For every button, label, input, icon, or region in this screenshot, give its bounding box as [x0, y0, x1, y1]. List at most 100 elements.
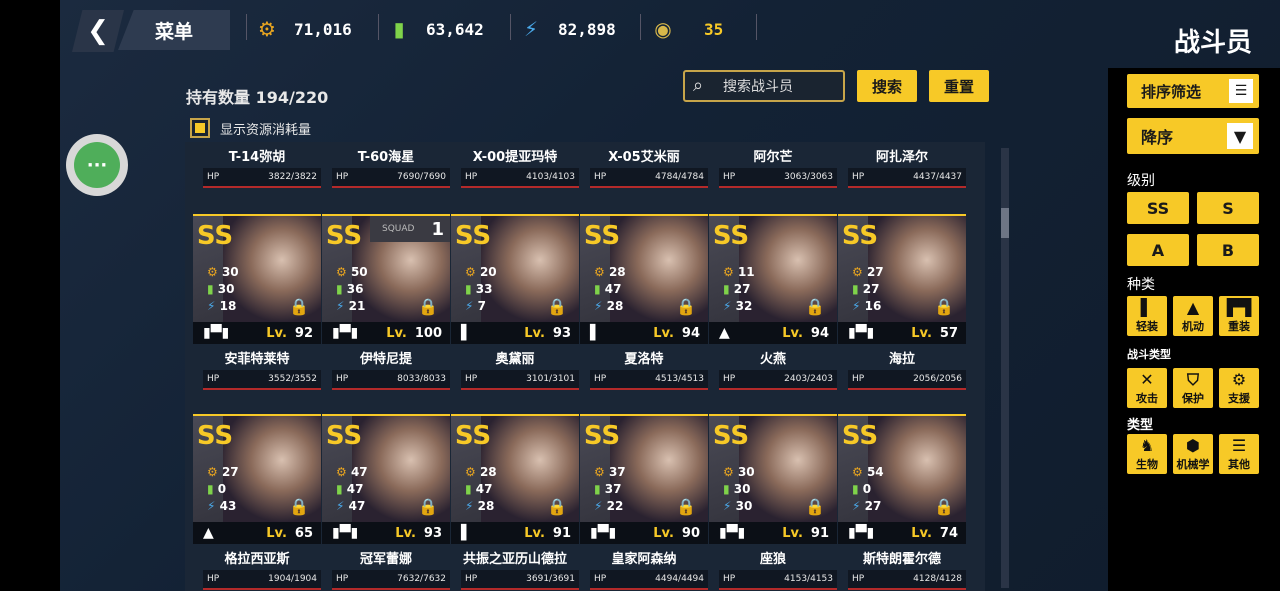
- grade-s-button[interactable]: S: [1197, 192, 1259, 224]
- lock-icon[interactable]: 🔒: [934, 497, 954, 516]
- lock-icon[interactable]: 🔒: [676, 497, 696, 516]
- lock-icon[interactable]: 🔒: [418, 297, 438, 316]
- character-card[interactable]: SS ⚙ 20 ▮ 33 ⚡ 7 🔒 ▌ Lv. 93: [451, 214, 579, 344]
- level: Lv. 57: [911, 326, 958, 341]
- gear-icon: ⚙: [723, 265, 738, 279]
- lock-icon[interactable]: 🔒: [805, 297, 825, 316]
- grade-b-button[interactable]: B: [1197, 234, 1259, 266]
- level-value: 94: [810, 325, 829, 341]
- class-icon: ▮▀▮: [203, 325, 230, 341]
- lock-icon[interactable]: 🔒: [547, 297, 567, 316]
- character-name: 火燕: [759, 351, 786, 367]
- battery-icon: ▮: [723, 282, 734, 296]
- character-name: 海拉: [888, 351, 915, 367]
- level-label: Lv.: [911, 525, 932, 541]
- grade-ss-button[interactable]: SS: [1127, 192, 1189, 224]
- stat-value: 37: [608, 465, 626, 479]
- level: Lv. 74: [911, 526, 958, 541]
- stat-row: ▮ 0: [207, 481, 239, 498]
- resource-stats: ⚙ 28 ▮ 47 ⚡ 28: [465, 464, 497, 515]
- stat-row: ▮ 47: [336, 481, 368, 498]
- chevron-left-icon: ❮: [87, 16, 109, 46]
- floating-menu-button[interactable]: ···: [66, 134, 128, 196]
- type-mech-button[interactable]: ⬢ 机械学: [1173, 434, 1213, 474]
- battery-icon: ▮: [594, 482, 605, 496]
- stat-row: ⚡ 27: [852, 498, 884, 515]
- lightning-icon: ⚡: [207, 299, 220, 313]
- level-value: 90: [681, 525, 700, 541]
- character-card[interactable]: SS ⚙ 30 ▮ 30 ⚡ 18 🔒 ▮▀▮ Lv. 92: [193, 214, 321, 344]
- resource-stats: ⚙ 30 ▮ 30 ⚡ 30: [723, 464, 755, 515]
- gear-icon: ⚙: [207, 465, 222, 479]
- type-other-button[interactable]: ☰ 其他: [1219, 434, 1259, 474]
- parts-value: 71,016: [294, 19, 352, 39]
- search-input[interactable]: ⌕ 搜索战斗员: [683, 70, 845, 102]
- resource-stats: ⚙ 30 ▮ 30 ⚡ 18: [207, 264, 239, 315]
- lightning-icon: ⚡: [336, 299, 349, 313]
- level-label: Lv.: [653, 325, 674, 341]
- character-card[interactable]: SS ⚙ 37 ▮ 37 ⚡ 22 🔒 ▮▀▮ Lv. 90: [580, 414, 708, 544]
- search-button[interactable]: 搜索: [857, 70, 917, 102]
- kind-light-button[interactable]: ▌ 轻装: [1127, 296, 1167, 336]
- role-support-button[interactable]: ⚙ 支援: [1219, 368, 1259, 408]
- triangle-down-icon: ▼: [1227, 123, 1253, 149]
- lock-icon[interactable]: 🔒: [676, 297, 696, 316]
- class-icon: ▌: [461, 325, 472, 341]
- reset-button[interactable]: 重置: [929, 70, 989, 102]
- hp-bar: HP 4437/4437: [848, 168, 966, 188]
- resource-stats: ⚙ 20 ▮ 33 ⚡ 7: [465, 264, 497, 315]
- stat-value: 28: [608, 265, 626, 279]
- character-card[interactable]: SS SQUAD 1 ⚙ 50 ▮ 36 ⚡ 21 🔒 ▮▀▮ Lv. 100: [322, 214, 450, 344]
- type-bio-button[interactable]: ♞ 生物: [1127, 434, 1167, 474]
- stat-value: 43: [219, 499, 237, 513]
- hp-bar: HP 1904/1904: [203, 570, 321, 590]
- hp-label: HP: [207, 374, 220, 384]
- resource-stats: ⚙ 27 ▮ 0 ⚡ 43: [207, 464, 239, 515]
- sort-filter-button[interactable]: 排序筛选 ☰: [1127, 74, 1259, 108]
- lock-icon[interactable]: 🔒: [547, 497, 567, 516]
- show-resource-toggle[interactable]: 显示资源消耗量: [190, 118, 311, 138]
- grade-a-button[interactable]: A: [1127, 234, 1189, 266]
- role-defend-button[interactable]: ⛉ 保护: [1173, 368, 1213, 408]
- character-card[interactable]: SS ⚙ 27 ▮ 0 ⚡ 43 🔒 ▲ Lv. 65: [193, 414, 321, 544]
- role-attack-button[interactable]: ✕ 攻击: [1127, 368, 1167, 408]
- lock-icon[interactable]: 🔒: [418, 497, 438, 516]
- lock-icon[interactable]: 🔒: [289, 297, 309, 316]
- stat-row: ⚡ 30: [723, 498, 755, 515]
- checkbox[interactable]: [190, 118, 210, 138]
- character-card[interactable]: SS ⚙ 54 ▮ 0 ⚡ 27 🔒 ▮▀▮ Lv. 74: [838, 414, 966, 544]
- character-card[interactable]: SS ⚙ 28 ▮ 47 ⚡ 28 🔒 ▌ Lv. 94: [580, 214, 708, 344]
- character-card[interactable]: SS ⚙ 47 ▮ 47 ⚡ 47 🔒 ▮▀▮ Lv. 93: [322, 414, 450, 544]
- level-label: Lv.: [266, 525, 287, 541]
- character-card[interactable]: SS ⚙ 11 ▮ 27 ⚡ 32 🔒 ▲ Lv. 94: [709, 214, 837, 344]
- resource-stats: ⚙ 27 ▮ 27 ⚡ 16: [852, 264, 884, 315]
- stat-row: ⚙ 20: [465, 264, 497, 281]
- stat-row: ▮ 30: [207, 281, 239, 298]
- scroll-thumb[interactable]: [1001, 208, 1009, 238]
- lightning-icon: ⚡: [723, 499, 736, 513]
- character-card[interactable]: SS ⚙ 30 ▮ 30 ⚡ 30 🔒 ▮▀▮ Lv. 91: [709, 414, 837, 544]
- stat-value: 7: [477, 299, 486, 313]
- class-icon: ▲: [203, 525, 214, 541]
- kind-heavy-button[interactable]: ▛▜ 重装: [1219, 296, 1259, 336]
- stat-value: 30: [735, 499, 753, 513]
- level-value: 91: [552, 525, 571, 541]
- lock-icon[interactable]: 🔒: [289, 497, 309, 516]
- left-black-bar: [0, 0, 60, 591]
- search-icon: ⌕: [693, 75, 704, 96]
- order-dropdown[interactable]: 降序 ▼: [1127, 118, 1259, 154]
- character-card[interactable]: SS ⚙ 27 ▮ 27 ⚡ 16 🔒 ▮▀▮ Lv. 57: [838, 214, 966, 344]
- lock-icon[interactable]: 🔒: [805, 497, 825, 516]
- character-name: 斯特朗霍尔德: [862, 551, 941, 567]
- character-card[interactable]: SS ⚙ 28 ▮ 47 ⚡ 28 🔒 ▌ Lv. 91: [451, 414, 579, 544]
- class-icon: ▮▀▮: [590, 525, 617, 541]
- squad-tag: SQUAD 1: [370, 216, 450, 242]
- lock-icon[interactable]: 🔒: [934, 297, 954, 316]
- divider: [510, 14, 511, 40]
- shield-icon: ⛉: [1186, 370, 1199, 389]
- menu-button[interactable]: 菜单: [118, 10, 230, 50]
- scrollbar[interactable]: [1001, 148, 1009, 588]
- hp-label: HP: [723, 374, 736, 384]
- hp-value: 3063/3063: [784, 172, 833, 182]
- kind-mobile-button[interactable]: ▲ 机动: [1173, 296, 1213, 336]
